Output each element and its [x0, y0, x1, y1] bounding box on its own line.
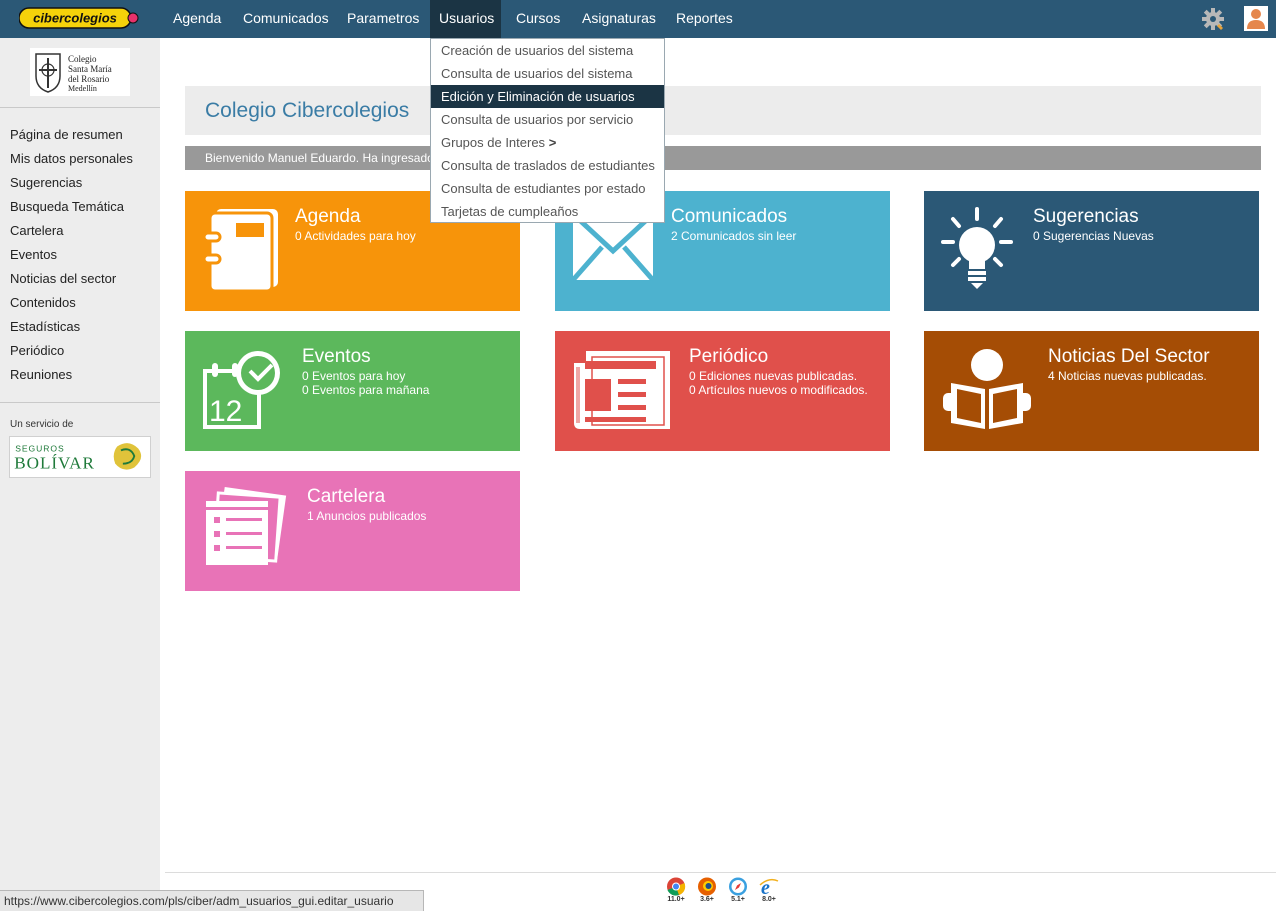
firefox-icon: 3.6+: [696, 877, 718, 905]
page-title: Colegio Cibercolegios: [205, 99, 410, 122]
tile-line: 4 Noticias nuevas publicadas.: [1048, 369, 1207, 383]
menu-item-tarjetas-cumpleanos[interactable]: Tarjetas de cumpleaños: [431, 200, 664, 223]
browser-version: 11.0+: [667, 896, 685, 903]
school-title-bar: Colegio Cibercolegios: [185, 86, 1261, 135]
tile-line: 0 Sugerencias Nuevas: [1033, 229, 1154, 243]
usuarios-dropdown-menu: Creación de usuarios del sistema Consult…: [430, 38, 665, 223]
notebook-icon: [202, 209, 278, 291]
sidebar-divider: [0, 107, 160, 108]
cibercolegios-logo[interactable]: cibercolegios: [19, 7, 141, 29]
tile-title: Noticias Del Sector: [1048, 346, 1210, 367]
browser-status-bar: https://www.cibercolegios.com/pls/ciber/…: [0, 890, 424, 911]
tile-sugerencias[interactable]: Sugerencias 0 Sugerencias Nuevas: [924, 191, 1259, 311]
sidebar: Colegio Santa María del Rosario Medellín…: [0, 38, 160, 911]
tile-cartelera[interactable]: Cartelera 1 Anuncios publicados: [185, 471, 520, 591]
envelope-icon: [572, 213, 654, 281]
calendar-number: 12: [209, 395, 242, 428]
sidebar-item-cartelera[interactable]: Cartelera: [10, 223, 63, 238]
menu-item-grupos-interes[interactable]: Grupos de Interes >: [431, 131, 664, 154]
menu-item-estudiantes-estado[interactable]: Consulta de estudiantes por estado: [431, 177, 664, 200]
sidebar-item-estadisticas[interactable]: Estadísticas: [10, 319, 80, 334]
nav-parametros[interactable]: Parametros: [338, 0, 428, 38]
nav-reportes[interactable]: Reportes: [667, 0, 742, 38]
nav-asignaturas[interactable]: Asignaturas: [573, 0, 665, 38]
menu-item-consulta-usuarios[interactable]: Consulta de usuarios del sistema: [431, 62, 664, 85]
sponsor-line-1: SEGUROS: [15, 443, 65, 453]
gear-icon[interactable]: [1201, 7, 1225, 31]
school-logo-line-3: del Rosario: [68, 74, 110, 84]
menu-item-consulta-por-servicio[interactable]: Consulta de usuarios por servicio: [431, 108, 664, 131]
tile-line: 0 Eventos para hoy: [302, 369, 406, 383]
calendar-clock-icon: 12: [203, 351, 280, 429]
sponsor-line-2: BOLÍVAR: [14, 453, 95, 472]
top-navigation-bar: cibercolegios Agenda Comunicados Paramet…: [0, 0, 1276, 38]
nav-usuarios[interactable]: Usuarios: [430, 0, 501, 38]
tile-line: 2 Comunicados sin leer: [671, 229, 797, 243]
tile-line: 0 Ediciones nuevas publicadas.: [689, 369, 858, 383]
tile-title: Cartelera: [307, 486, 386, 507]
newspaper-icon: [574, 351, 670, 429]
tile-line: 0 Eventos para mañana: [302, 383, 430, 397]
user-avatar-icon[interactable]: [1244, 6, 1268, 31]
sidebar-item-busqueda-tematica[interactable]: Busqueda Temática: [10, 199, 124, 214]
tile-line: 0 Actividades para hoy: [295, 229, 416, 243]
chrome-icon: 11.0+: [665, 877, 687, 905]
sidebar-item-eventos[interactable]: Eventos: [10, 247, 57, 262]
reader-icon: [943, 349, 1031, 429]
school-logo-line-1: Colegio: [68, 54, 97, 64]
nav-agenda[interactable]: Agenda: [164, 0, 230, 38]
sidebar-item-pagina-resumen[interactable]: Página de resumen: [10, 127, 123, 142]
nav-comunicados[interactable]: Comunicados: [234, 0, 338, 38]
sidebar-item-sugerencias[interactable]: Sugerencias: [10, 175, 82, 190]
browser-version: 8.0+: [762, 896, 776, 903]
seguros-bolivar-logo[interactable]: SEGUROS BOLÍVAR: [9, 436, 151, 478]
tile-line: 1 Anuncios publicados: [307, 509, 427, 523]
tile-periodico[interactable]: Periódico 0 Ediciones nuevas publicadas.…: [555, 331, 890, 451]
menu-item-creacion-usuarios[interactable]: Creación de usuarios del sistema: [431, 39, 664, 62]
safari-icon: 5.1+: [727, 877, 749, 905]
tile-title: Periódico: [689, 346, 769, 367]
browser-version: 3.6+: [700, 896, 714, 903]
sidebar-item-reuniones[interactable]: Reuniones: [10, 367, 72, 382]
papers-icon: [206, 487, 287, 565]
service-label: Un servicio de: [10, 419, 74, 430]
sidebar-item-periodico[interactable]: Periódico: [10, 343, 64, 358]
submenu-arrow-icon: >: [548, 135, 557, 150]
welcome-bar: Bienvenido Manuel Eduardo. Ha ingresado: [185, 146, 1261, 170]
sidebar-item-noticias-sector[interactable]: Noticias del sector: [10, 271, 116, 286]
tile-line: 0 Artículos nuevos o modificados.: [689, 383, 868, 397]
school-logo-line-2: Santa María: [68, 64, 112, 74]
menu-item-label: Grupos de Interes: [441, 135, 546, 150]
sidebar-divider: [0, 402, 160, 403]
browser-version: 5.1+: [731, 896, 745, 903]
tile-noticias-sector[interactable]: Noticias Del Sector 4 Noticias nuevas pu…: [924, 331, 1259, 451]
sidebar-item-contenidos[interactable]: Contenidos: [10, 295, 76, 310]
tile-eventos[interactable]: 12 Eventos 0 Eventos para hoy 0 Eventos …: [185, 331, 520, 451]
ie-icon: e 8.0+: [758, 877, 780, 905]
school-logo: Colegio Santa María del Rosario Medellín: [30, 48, 130, 96]
status-url: https://www.cibercolegios.com/pls/ciber/…: [4, 894, 394, 908]
school-logo-line-4: Medellín: [68, 84, 97, 93]
tile-title: Sugerencias: [1033, 206, 1139, 227]
menu-item-edicion-eliminacion[interactable]: Edición y Eliminación de usuarios: [431, 85, 664, 108]
lightbulb-icon: [941, 207, 1013, 289]
footer-divider: [165, 872, 1276, 873]
welcome-message: Bienvenido Manuel Eduardo. Ha ingresado: [205, 151, 434, 165]
sidebar-item-mis-datos[interactable]: Mis datos personales: [10, 151, 133, 166]
tile-title: Eventos: [302, 346, 371, 367]
tile-title: Comunicados: [671, 206, 788, 227]
logo-text: cibercolegios: [33, 11, 117, 26]
nav-cursos[interactable]: Cursos: [507, 0, 569, 38]
menu-item-traslados[interactable]: Consulta de traslados de estudiantes: [431, 154, 664, 177]
tile-title: Agenda: [295, 206, 361, 227]
